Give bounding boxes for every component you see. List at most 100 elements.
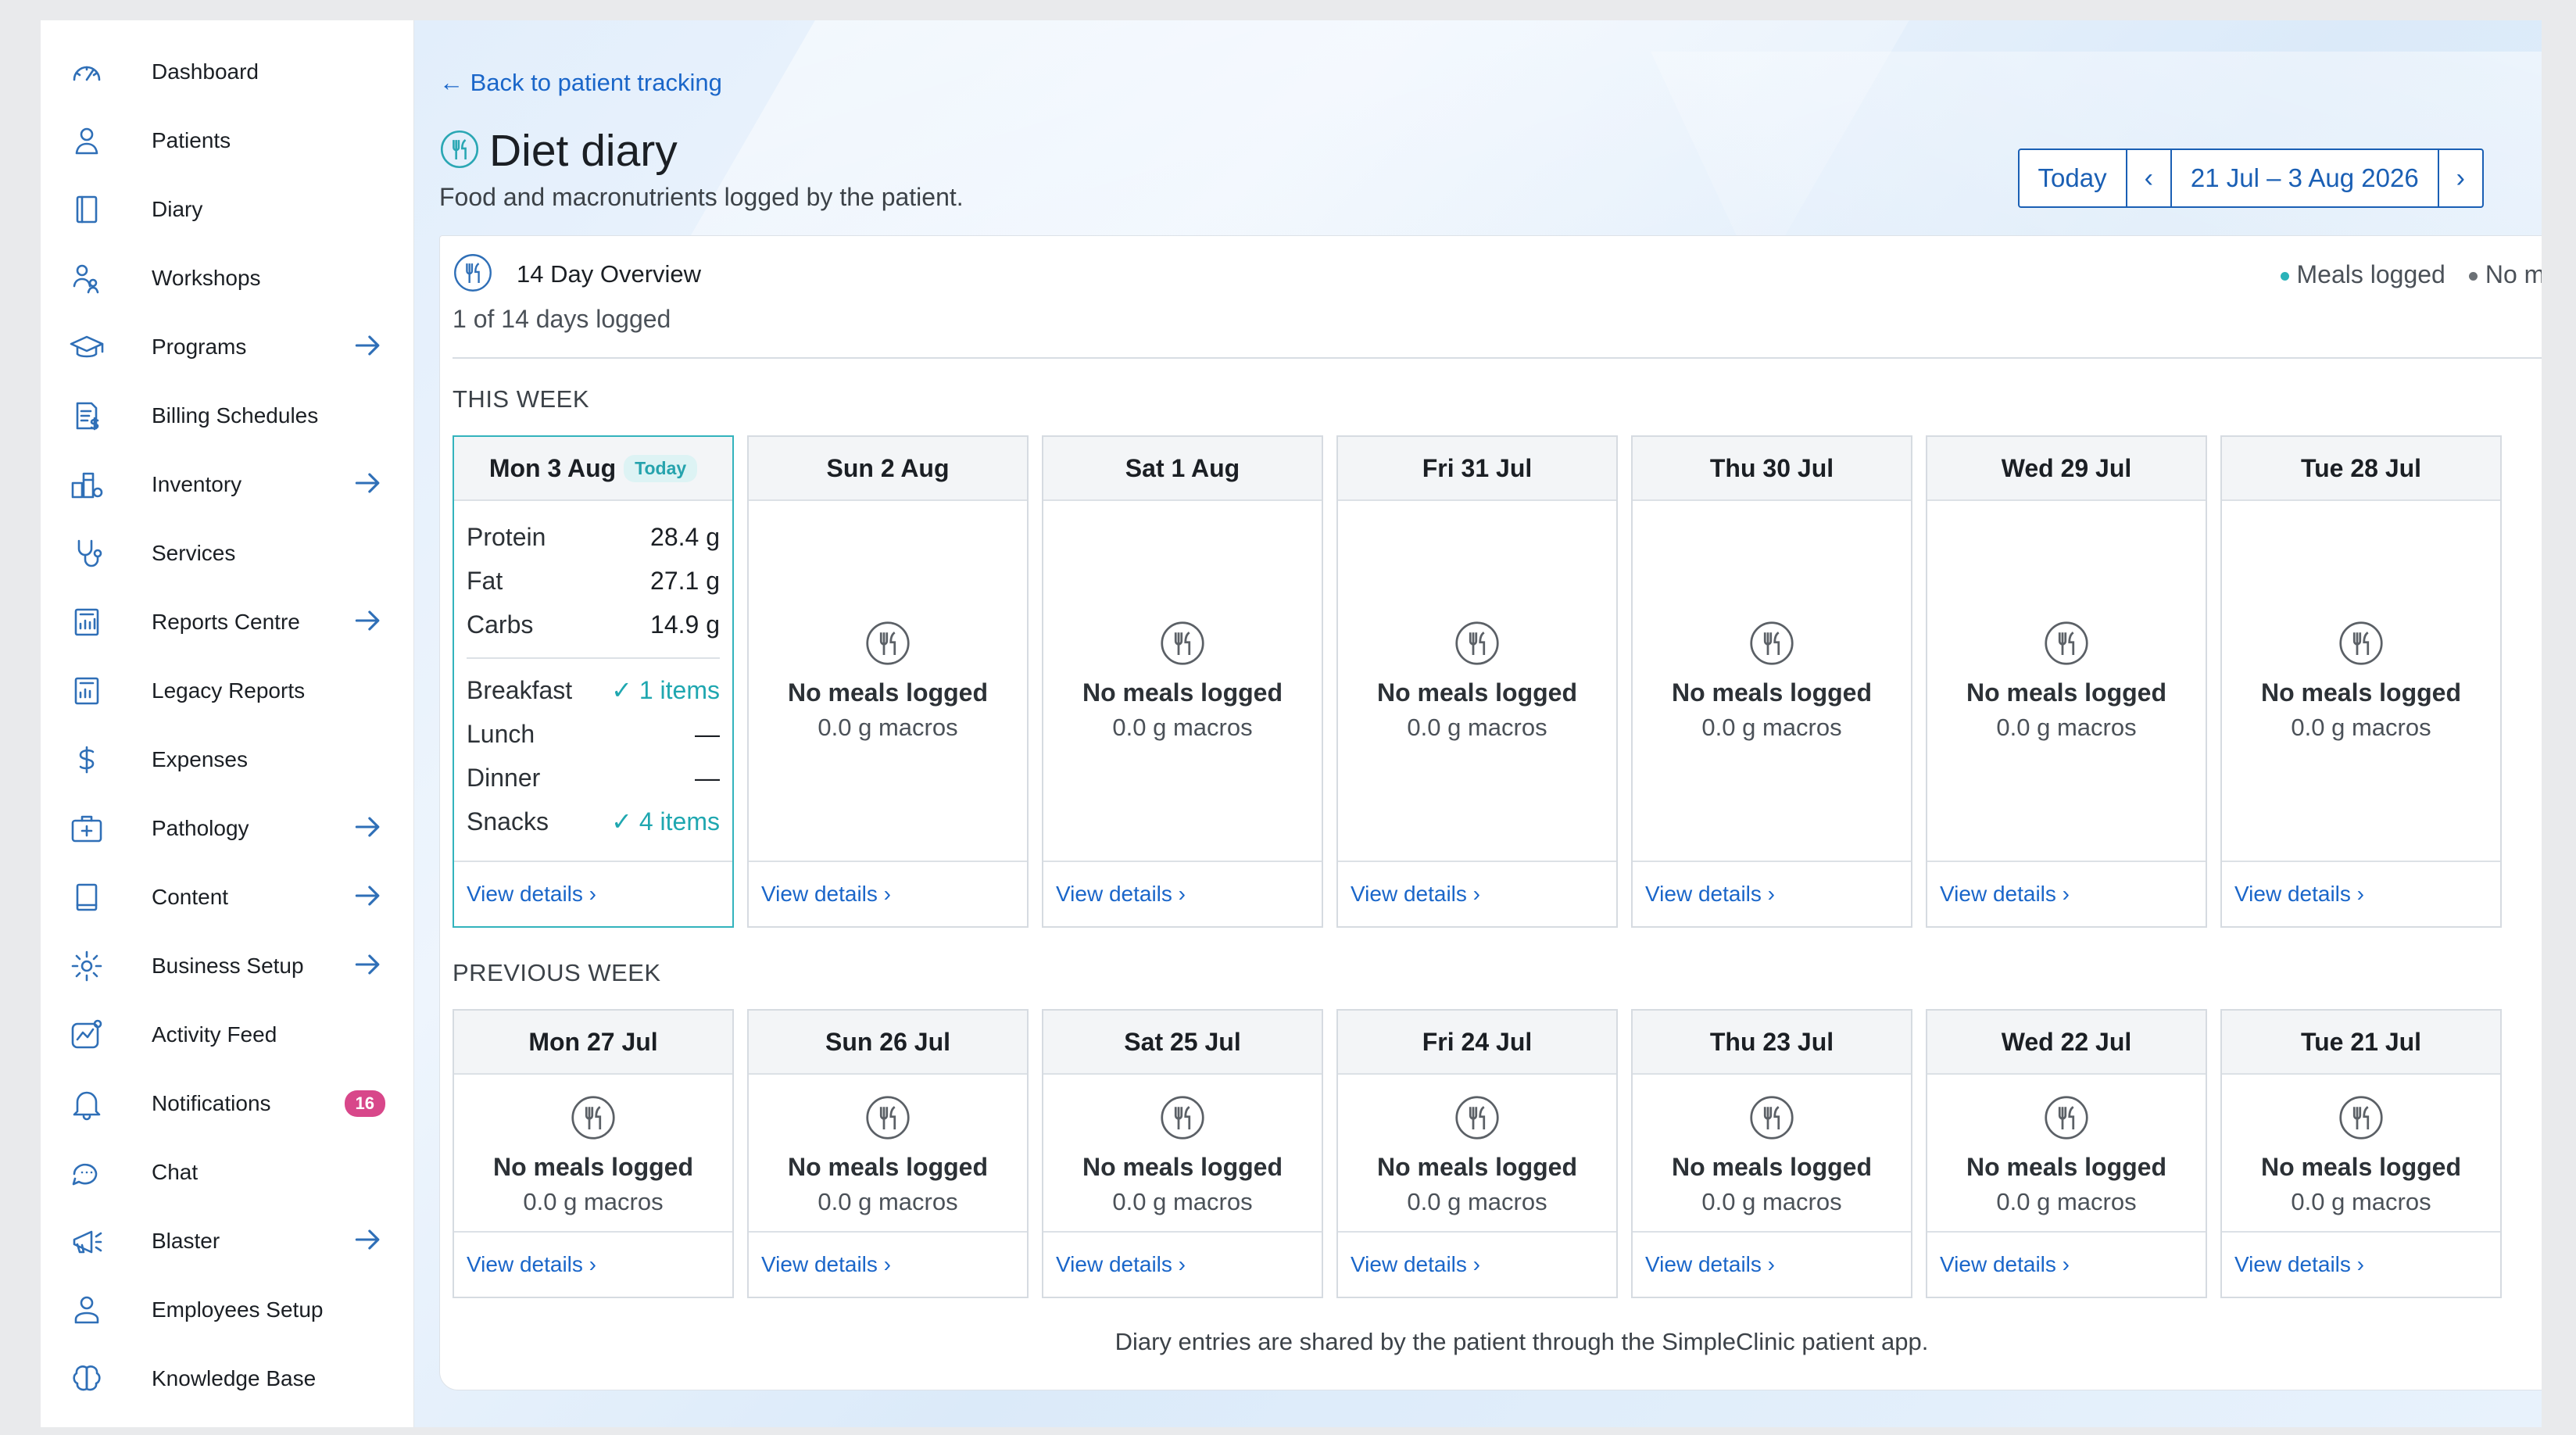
- view-details-link[interactable]: View details ›: [1633, 861, 1911, 926]
- macro-name: Fat: [467, 566, 503, 595]
- day-header: Mon 3 Aug Today: [454, 437, 732, 501]
- meal-row: Breakfast ✓ 1 items: [467, 668, 720, 712]
- macro-row: Fat 27.1 g: [467, 559, 720, 603]
- arrow-right-icon[interactable]: [351, 1222, 385, 1261]
- date-range-button[interactable]: 21 Jul – 3 Aug 2026: [2172, 150, 2439, 206]
- sidebar-item-employees-setup[interactable]: Employees Setup: [41, 1276, 413, 1344]
- view-details-link[interactable]: View details ›: [1927, 861, 2206, 926]
- sidebar-item-diary[interactable]: Diary: [41, 175, 413, 244]
- overview-title: 14 Day Overview: [517, 260, 702, 288]
- book-icon: [66, 188, 108, 231]
- previous-week-grid: Mon 27 Jul No meals logged 0.0 g macros Vie…: [453, 1009, 2542, 1298]
- arrow-right-icon[interactable]: [351, 466, 385, 504]
- day-header: Thu 30 Jul: [1633, 437, 1911, 501]
- day-card: Tue 21 Jul No meals logged 0.0 g macros Vie…: [2220, 1009, 2502, 1298]
- day-card: Sat 25 Jul No meals logged 0.0 g macros Vie…: [1042, 1009, 1323, 1298]
- no-meals-text: No meals logged: [1671, 678, 1873, 707]
- sidebar-item-label: Services: [152, 541, 236, 565]
- report-icon: [66, 601, 108, 643]
- sidebar-item-label: Notifications: [152, 1091, 271, 1115]
- arrow-right-icon[interactable]: [351, 947, 385, 986]
- back-to-patient-tracking-link[interactable]: ← Back to patient tracking: [439, 69, 722, 97]
- view-details-link[interactable]: View details ›: [1633, 1231, 1911, 1297]
- meal-name: Breakfast: [467, 675, 573, 704]
- sidebar-item-notifications[interactable]: Notifications 16: [41, 1069, 413, 1138]
- legend-logged: Meals logged: [2280, 259, 2445, 289]
- arrow-right-icon[interactable]: [351, 328, 385, 367]
- sidebar: Dashboard Patients Diary Workshops Programs B…: [41, 20, 414, 1427]
- view-details-link[interactable]: View details ›: [749, 861, 1027, 926]
- previous-week-label: PREVIOUS WEEK: [453, 959, 661, 986]
- no-meals-text: No meals logged: [787, 678, 989, 707]
- sidebar-item-legacy-reports[interactable]: Legacy Reports: [41, 657, 413, 725]
- medical-kit-icon: [66, 807, 108, 850]
- day-card: Sun 2 Aug No meals logged 0.0 g macros View…: [747, 435, 1029, 928]
- day-header: Wed 22 Jul: [1927, 1011, 2206, 1075]
- view-details-link[interactable]: View details ›: [2222, 1231, 2500, 1297]
- day-header: Sat 25 Jul: [1043, 1011, 1322, 1075]
- day-header: Fri 31 Jul: [1338, 437, 1616, 501]
- footer-note: Diary entries are shared by the patient …: [1114, 1328, 1929, 1355]
- sidebar-item-label: Inventory: [152, 472, 242, 496]
- macro-row: Protein 28.4 g: [467, 515, 720, 559]
- arrow-right-icon[interactable]: [351, 810, 385, 848]
- overview-card: 14 Day Overview Meals logged No meals 1 …: [439, 235, 2542, 1390]
- view-details-link[interactable]: View details ›: [1338, 861, 1616, 926]
- sidebar-item-programs[interactable]: Programs: [41, 313, 413, 381]
- sidebar-item-services[interactable]: Services: [41, 519, 413, 588]
- sidebar-item-pathology[interactable]: Pathology: [41, 794, 413, 863]
- view-details-link[interactable]: View details ›: [1043, 1231, 1322, 1297]
- no-meals-text: No meals logged: [492, 1153, 694, 1181]
- meal-name: Snacks: [467, 807, 549, 836]
- sidebar-item-workshops[interactable]: Workshops: [41, 244, 413, 313]
- meal-row: Snacks ✓ 4 items: [467, 800, 720, 843]
- day-label: Sun 2 Aug: [826, 453, 950, 482]
- main-content: ← Back to patient tracking Diet diary Fo…: [414, 20, 2542, 1427]
- sidebar-item-inventory[interactable]: Inventory: [41, 450, 413, 519]
- fork-knife-icon: [1748, 1094, 1795, 1145]
- arrow-right-icon[interactable]: [351, 603, 385, 642]
- day-label: Fri 31 Jul: [1422, 453, 1533, 482]
- legend-logged-label: Meals logged: [2296, 259, 2445, 288]
- arrow-right-icon[interactable]: [351, 879, 385, 917]
- sidebar-item-patients[interactable]: Patients: [41, 106, 413, 175]
- day-body: No meals logged 0.0 g macros: [2222, 1075, 2500, 1231]
- sidebar-item-blaster[interactable]: Blaster: [41, 1207, 413, 1276]
- view-details-link[interactable]: View details ›: [1927, 1231, 2206, 1297]
- sidebar-item-content[interactable]: Content: [41, 863, 413, 932]
- overview-summary: 1 of 14 days logged: [453, 305, 671, 333]
- fork-knife-icon: [453, 252, 493, 297]
- sidebar-item-business-setup[interactable]: Business Setup: [41, 932, 413, 1000]
- today-button[interactable]: Today: [2020, 150, 2127, 206]
- day-card: Thu 23 Jul No meals logged 0.0 g macros Vie…: [1631, 1009, 1912, 1298]
- view-details-link[interactable]: View details ›: [1043, 861, 1322, 926]
- sidebar-item-reports-centre[interactable]: Reports Centre: [41, 588, 413, 657]
- sidebar-item-chat[interactable]: Chat: [41, 1138, 413, 1207]
- fork-knife-icon: [864, 1094, 911, 1145]
- view-details-link[interactable]: View details ›: [454, 1231, 732, 1297]
- gauge-icon: [66, 51, 108, 93]
- sidebar-item-knowledge-base[interactable]: Knowledge Base: [41, 1344, 413, 1413]
- logged-dot-icon: [2280, 271, 2289, 281]
- sidebar-item-billing-schedules[interactable]: Billing Schedules: [41, 381, 413, 450]
- macros-text: 0.0 g macros: [1407, 1188, 1547, 1215]
- sidebar-item-activity-feed[interactable]: Activity Feed: [41, 1000, 413, 1069]
- overview-header: 14 Day Overview Meals logged No meals: [453, 252, 2542, 297]
- sidebar-item-dashboard[interactable]: Dashboard: [41, 38, 413, 106]
- macros-text: 0.0 g macros: [2291, 714, 2431, 741]
- macro-name: Protein: [467, 522, 546, 551]
- previous-range-button[interactable]: ‹: [2127, 150, 2172, 206]
- view-details-link[interactable]: View details ›: [1338, 1231, 1616, 1297]
- group-icon: [66, 257, 108, 299]
- view-details-link[interactable]: View details ›: [749, 1231, 1027, 1297]
- next-range-button[interactable]: ›: [2439, 150, 2482, 206]
- this-week-label: THIS WEEK: [453, 385, 590, 413]
- day-label: Sun 26 Jul: [825, 1027, 951, 1056]
- sidebar-item-label: Knowledge Base: [152, 1366, 317, 1390]
- view-details-link[interactable]: View details ›: [2222, 861, 2500, 926]
- inventory-icon: [66, 463, 108, 506]
- dollar-icon: [66, 739, 108, 781]
- sidebar-item-expenses[interactable]: Expenses: [41, 725, 413, 794]
- macro-value: 27.1 g: [650, 566, 720, 595]
- view-details-link[interactable]: View details ›: [454, 861, 732, 926]
